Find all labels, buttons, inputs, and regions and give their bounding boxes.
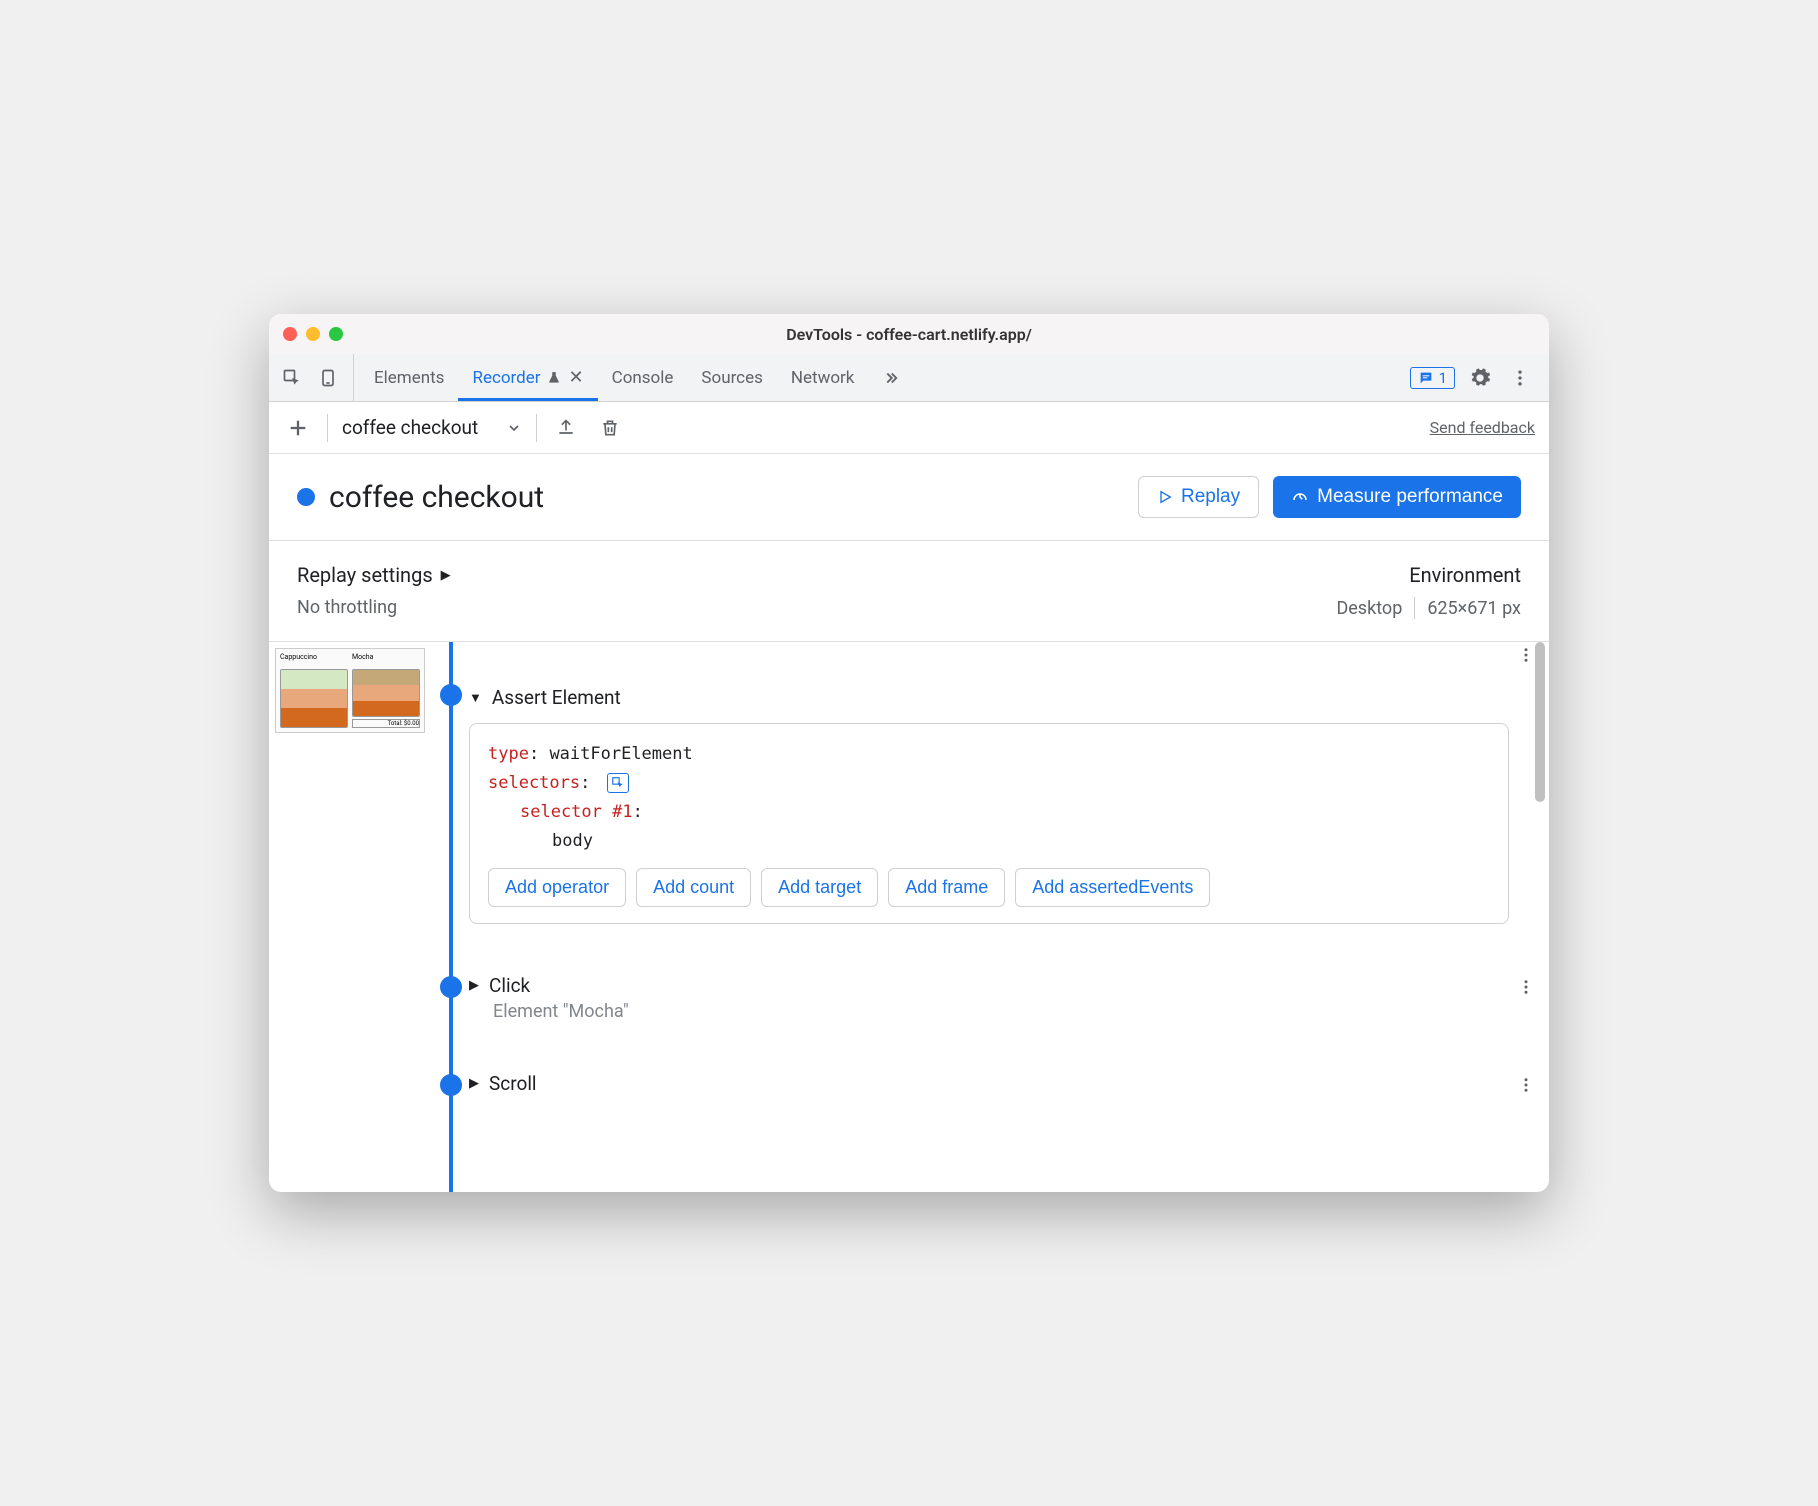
- play-icon: [1157, 489, 1173, 505]
- thumb-label: Mocha: [352, 653, 420, 661]
- step-title: Assert Element: [492, 686, 621, 709]
- recording-name: coffee checkout: [342, 416, 478, 439]
- measure-label: Measure performance: [1317, 486, 1503, 508]
- recording-title: coffee checkout: [329, 480, 544, 515]
- code-key: type: [488, 744, 529, 764]
- code-key: selector #1: [520, 802, 633, 822]
- tab-network[interactable]: Network: [777, 354, 869, 401]
- step-header[interactable]: ▶ Scroll: [469, 1072, 1509, 1095]
- kebab-menu-icon[interactable]: [1505, 363, 1535, 393]
- step-click: ▶ Click Element "Mocha": [469, 974, 1549, 1022]
- tab-recorder-label: Recorder: [472, 368, 540, 388]
- step-assert-element: ▼ Assert Element type: waitForElement se…: [469, 642, 1549, 924]
- tab-sources-label: Sources: [701, 368, 762, 388]
- thumb-label: Cappuccino: [280, 653, 348, 661]
- thumbnail-column: Cappuccino Mocha Total: $0.00: [269, 642, 429, 1192]
- gauge-icon: [1291, 488, 1309, 506]
- code-value: waitForElement: [549, 744, 692, 764]
- settings-bar: Replay settings ▶ No throttling Environm…: [269, 541, 1549, 642]
- window-title: DevTools - coffee-cart.netlify.app/: [786, 325, 1032, 344]
- tab-console-label: Console: [612, 368, 674, 388]
- devtools-tabbar: Elements Recorder ✕ Console Sources Netw…: [269, 354, 1549, 402]
- issues-badge[interactable]: 1: [1410, 367, 1455, 389]
- minimize-window-button[interactable]: [306, 327, 320, 341]
- step-thumbnail[interactable]: Cappuccino Mocha Total: $0.00: [275, 648, 425, 733]
- add-frame-button[interactable]: Add frame: [888, 868, 1005, 907]
- add-operator-button[interactable]: Add operator: [488, 868, 626, 907]
- step-title: Scroll: [489, 1072, 537, 1095]
- new-recording-button[interactable]: [283, 413, 313, 443]
- step-header[interactable]: ▼ Assert Element: [469, 686, 1509, 709]
- tab-console[interactable]: Console: [598, 354, 688, 401]
- selector-picker-icon[interactable]: [607, 773, 629, 793]
- delete-button[interactable]: [595, 413, 625, 443]
- throttling-value: No throttling: [297, 597, 451, 618]
- divider: [1414, 597, 1415, 619]
- chevron-right-icon: ▶: [469, 978, 479, 993]
- close-window-button[interactable]: [283, 327, 297, 341]
- chevron-down-icon: ▼: [469, 690, 482, 706]
- devtools-window: DevTools - coffee-cart.netlify.app/ Elem…: [269, 314, 1549, 1192]
- tab-close-icon[interactable]: ✕: [569, 367, 584, 388]
- step-subtitle: Element "Mocha": [493, 1001, 1509, 1022]
- feedback-link[interactable]: Send feedback: [1430, 418, 1535, 437]
- replay-settings-toggle[interactable]: Replay settings ▶: [297, 563, 451, 587]
- step-dot: [440, 1074, 462, 1096]
- tab-overflow[interactable]: [868, 354, 914, 401]
- scrollbar[interactable]: [1535, 642, 1547, 1192]
- settings-icon[interactable]: [1465, 363, 1495, 393]
- replay-button[interactable]: Replay: [1138, 476, 1259, 518]
- chevron-right-icon: ▶: [441, 568, 451, 583]
- tab-sources[interactable]: Sources: [687, 354, 776, 401]
- tab-elements-label: Elements: [374, 368, 444, 388]
- flask-icon: [547, 371, 561, 385]
- code-value: body: [552, 831, 593, 851]
- inspect-element-icon[interactable]: [277, 363, 307, 393]
- chevron-right-icon: ▶: [469, 1076, 479, 1091]
- scrollbar-thumb[interactable]: [1535, 642, 1545, 802]
- tab-network-label: Network: [791, 368, 855, 388]
- env-viewport: 625×671 px: [1427, 598, 1521, 619]
- divider: [536, 414, 537, 442]
- step-header[interactable]: ▶ Click: [469, 974, 1509, 997]
- step-dot: [440, 684, 462, 706]
- step-scroll: ▶ Scroll: [469, 1072, 1549, 1095]
- tab-recorder[interactable]: Recorder ✕: [458, 354, 597, 401]
- timeline-line: [449, 642, 453, 1192]
- tab-elements[interactable]: Elements: [360, 354, 458, 401]
- issues-count: 1: [1439, 369, 1447, 387]
- add-count-button[interactable]: Add count: [636, 868, 751, 907]
- recording-selector[interactable]: coffee checkout: [342, 416, 522, 439]
- env-device: Desktop: [1336, 598, 1402, 619]
- measure-performance-button[interactable]: Measure performance: [1273, 476, 1521, 518]
- replay-label: Replay: [1181, 486, 1240, 508]
- recording-header: coffee checkout Replay Measure performan…: [269, 454, 1549, 541]
- device-toggle-icon[interactable]: [313, 363, 343, 393]
- step-dot: [440, 976, 462, 998]
- traffic-lights: [283, 327, 343, 341]
- recording-status-dot: [297, 488, 315, 506]
- chevron-double-right-icon: [882, 369, 900, 387]
- replay-settings-label: Replay settings: [297, 563, 433, 587]
- add-target-button[interactable]: Add target: [761, 868, 878, 907]
- steps-timeline: ▼ Assert Element type: waitForElement se…: [429, 642, 1549, 1192]
- add-asserted-events-button[interactable]: Add assertedEvents: [1015, 868, 1210, 907]
- recorder-content: Cappuccino Mocha Total: $0.00 ▼ Assert E…: [269, 642, 1549, 1192]
- export-button[interactable]: [551, 413, 581, 443]
- environment-label: Environment: [1409, 563, 1521, 587]
- maximize-window-button[interactable]: [329, 327, 343, 341]
- titlebar: DevTools - coffee-cart.netlify.app/: [269, 314, 1549, 354]
- divider: [327, 414, 328, 442]
- code-key: selectors: [488, 773, 580, 793]
- chevron-down-icon: [506, 420, 522, 436]
- step-title: Click: [489, 974, 530, 997]
- recorder-toolbar: coffee checkout Send feedback: [269, 402, 1549, 454]
- thumb-total: Total: $0.00: [352, 719, 420, 728]
- step-body: type: waitForElement selectors: selector…: [469, 723, 1509, 924]
- message-icon: [1418, 370, 1434, 386]
